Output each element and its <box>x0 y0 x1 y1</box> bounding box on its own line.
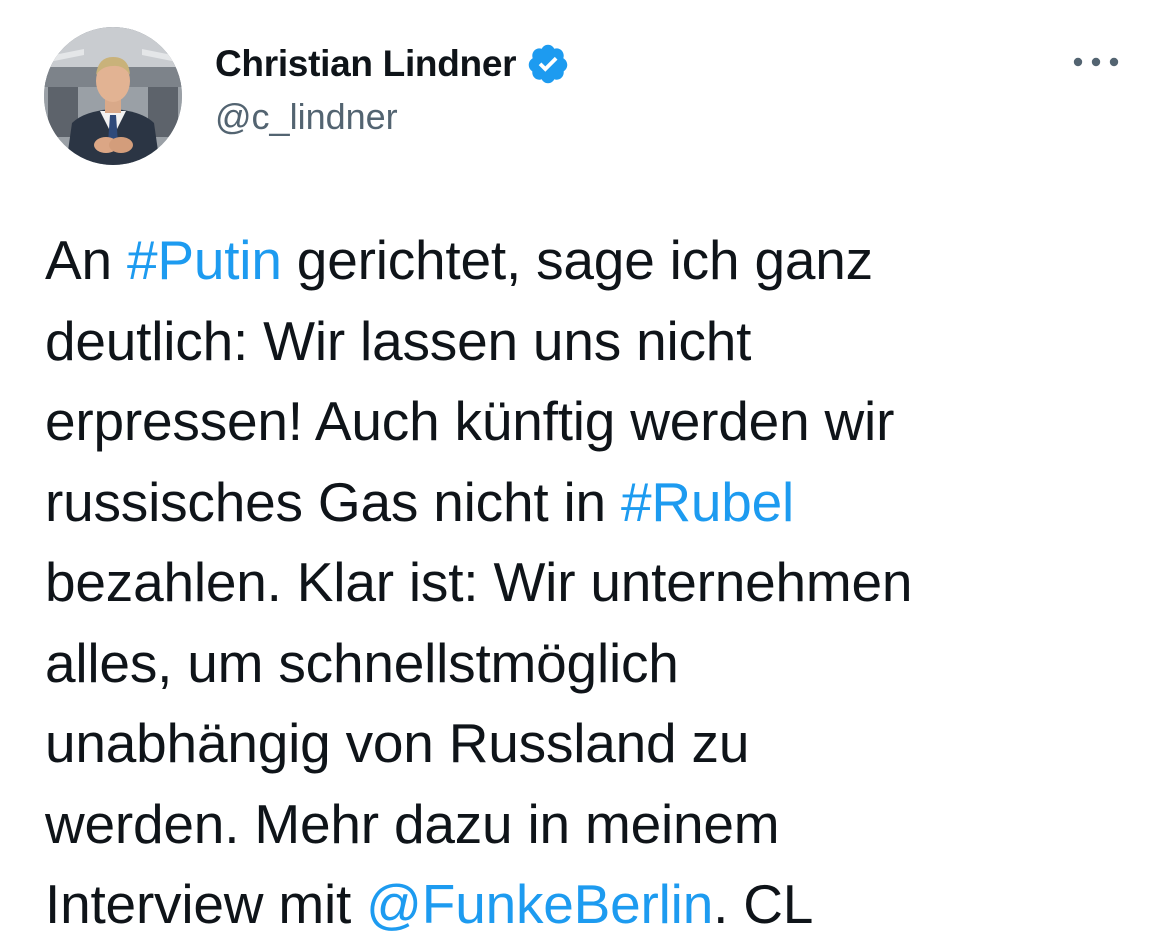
hashtag-link[interactable]: #Putin <box>127 229 282 291</box>
tweet-line: bezahlen. Klar ist: Wir unternehmen <box>45 542 1145 623</box>
author-name-row[interactable]: Christian Lindner <box>215 40 570 88</box>
tweet-line: deutlich: Wir lassen uns nicht <box>45 301 1145 382</box>
tweet: Christian Lindner @c_lindner An #Putin g… <box>0 0 1166 949</box>
tweet-text-segment: An <box>45 229 127 291</box>
mention-link[interactable]: @FunkeBerlin <box>366 873 713 935</box>
tweet-text-segment: deutlich: Wir lassen uns nicht <box>45 309 752 372</box>
verified-badge-icon <box>526 42 570 86</box>
profile-photo-icon <box>44 27 182 165</box>
author-handle[interactable]: @c_lindner <box>215 96 398 138</box>
tweet-text-segment: russisches Gas nicht in <box>45 470 621 533</box>
more-horizontal-icon <box>1073 57 1119 67</box>
tweet-line: werden. Mehr dazu in meinem <box>45 784 1145 865</box>
tweet-text-segment: erpressen! Auch künftig werden wir <box>45 390 895 452</box>
tweet-text-segment: unabhängig von Russland zu <box>45 712 750 774</box>
tweet-text-segment: gerichtet, sage ich ganz <box>281 229 873 291</box>
tweet-line: russisches Gas nicht in #Rubel <box>45 462 1145 543</box>
tweet-line: alles, um schnellstmöglich <box>45 623 1145 704</box>
display-name[interactable]: Christian Lindner <box>215 43 517 85</box>
tweet-text-segment: werden. Mehr dazu in meinem <box>45 792 780 855</box>
tweet-line: erpressen! Auch künftig werden wir <box>45 381 1145 462</box>
tweet-line: unabhängig von Russland zu <box>45 703 1145 784</box>
tweet-text-segment: bezahlen. Klar ist: Wir unternehmen <box>45 551 913 613</box>
tweet-text-segment: . CL <box>713 873 814 935</box>
tweet-text: An #Putin gerichtet, sage ich ganz deutli… <box>45 220 1145 945</box>
tweet-text-segment: Interview mit <box>45 873 367 935</box>
hashtag-link[interactable]: #Rubel <box>621 471 794 533</box>
avatar[interactable] <box>44 27 182 165</box>
tweet-line: An #Putin gerichtet, sage ich ganz <box>45 220 1145 301</box>
more-options-button[interactable] <box>1062 42 1130 82</box>
tweet-line: Interview mit @FunkeBerlin. CL <box>45 864 1145 945</box>
tweet-text-segment: alles, um schnellstmöglich <box>45 631 679 694</box>
